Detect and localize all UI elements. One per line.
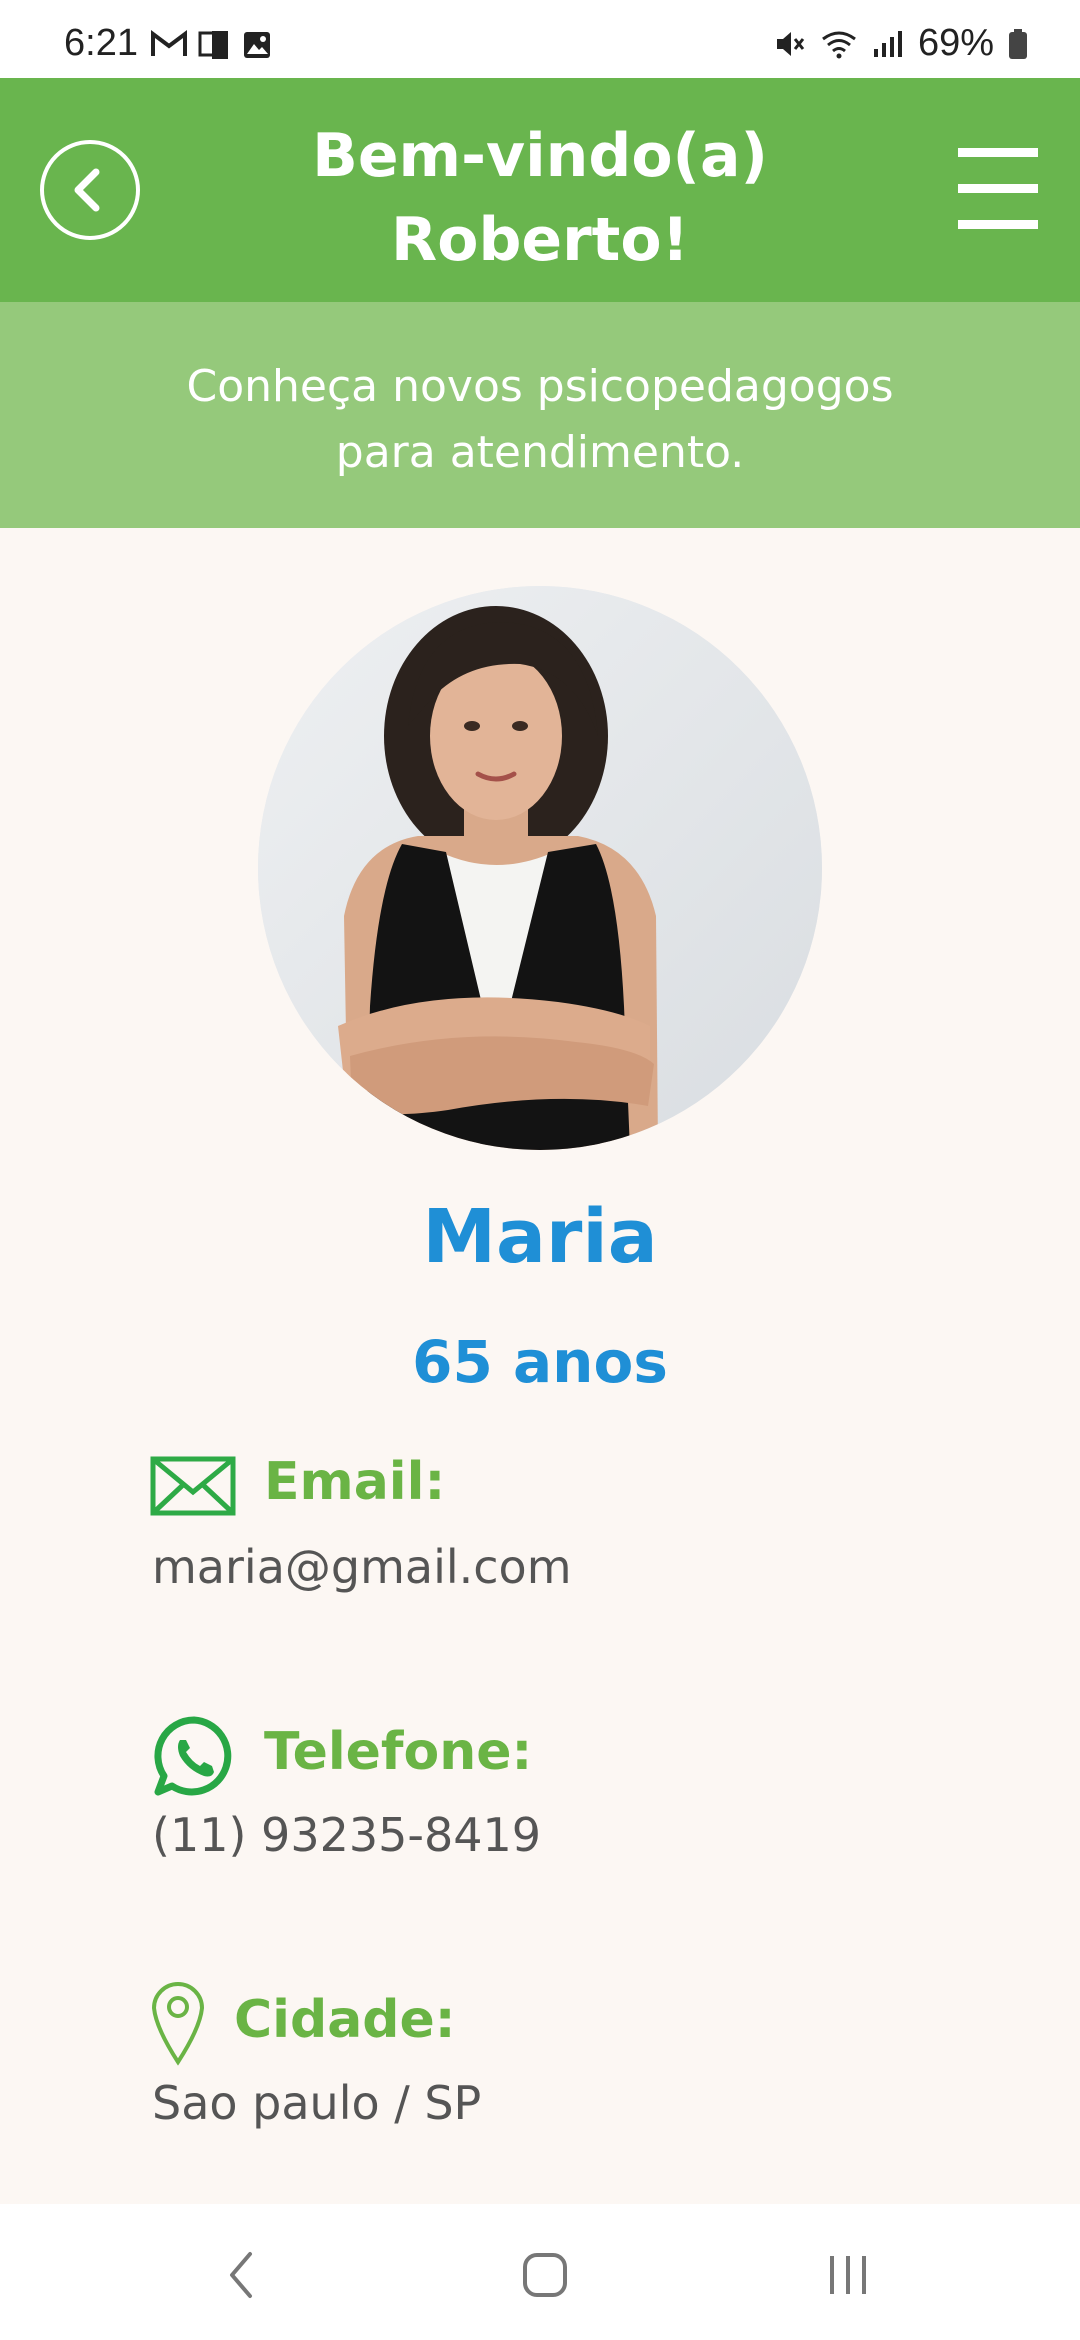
status-notification-icons — [150, 30, 272, 60]
back-button[interactable] — [40, 140, 140, 240]
banner-line-1: Conheça novos psicopedagogos — [186, 361, 894, 412]
nav-back-icon[interactable] — [226, 2250, 256, 2300]
page-title: Bem-vindo(a) Roberto! — [220, 114, 860, 282]
phone-value[interactable]: (11) 93235-8419 — [152, 1808, 541, 1862]
title-line-1: Bem-vindo(a) — [312, 121, 768, 191]
gallery-icon — [244, 32, 270, 58]
phone-label: Telefone: — [264, 1722, 533, 1782]
city-value: Sao paulo / SP — [152, 2076, 482, 2130]
device-icon — [198, 31, 228, 59]
profile-age: 65 anos — [412, 1328, 668, 1396]
email-label: Email: — [264, 1452, 446, 1512]
banner-line-2: para atendimento. — [335, 427, 745, 478]
banner-text: Conheça novos psicopedagogos para atendi… — [140, 354, 940, 486]
email-value[interactable]: maria@gmail.com — [152, 1540, 572, 1594]
status-bar: 6:21 69% — [0, 0, 1080, 78]
battery-icon — [1009, 28, 1027, 59]
whatsapp-icon — [154, 1716, 232, 1796]
title-line-2: Roberto! — [391, 205, 689, 275]
info-banner: Conheça novos psicopedagogos para atendi… — [0, 302, 1080, 528]
battery-percent: 69% — [917, 22, 994, 64]
signal-icon — [873, 30, 902, 57]
menu-icon — [958, 148, 1038, 157]
city-label: Cidade: — [234, 1990, 456, 2050]
menu-button[interactable] — [958, 148, 1040, 232]
mail-icon — [150, 1456, 236, 1516]
system-nav-bar — [0, 2204, 1080, 2340]
status-time: 6:21 — [64, 22, 138, 64]
status-right: 69% — [774, 22, 1028, 65]
profile-name: Maria — [422, 1194, 658, 1280]
location-pin-icon — [151, 1982, 205, 2066]
gmail-icon — [151, 30, 187, 56]
nav-home-icon[interactable] — [522, 2252, 568, 2298]
app-header: Bem-vindo(a) Roberto! — [0, 78, 1080, 302]
mute-icon — [776, 31, 805, 56]
nav-recents-icon[interactable] — [826, 2254, 870, 2296]
back-icon — [74, 168, 100, 212]
wifi-icon — [822, 31, 856, 58]
profile-photo-illustration — [258, 586, 822, 1150]
profile-photo — [258, 586, 822, 1150]
